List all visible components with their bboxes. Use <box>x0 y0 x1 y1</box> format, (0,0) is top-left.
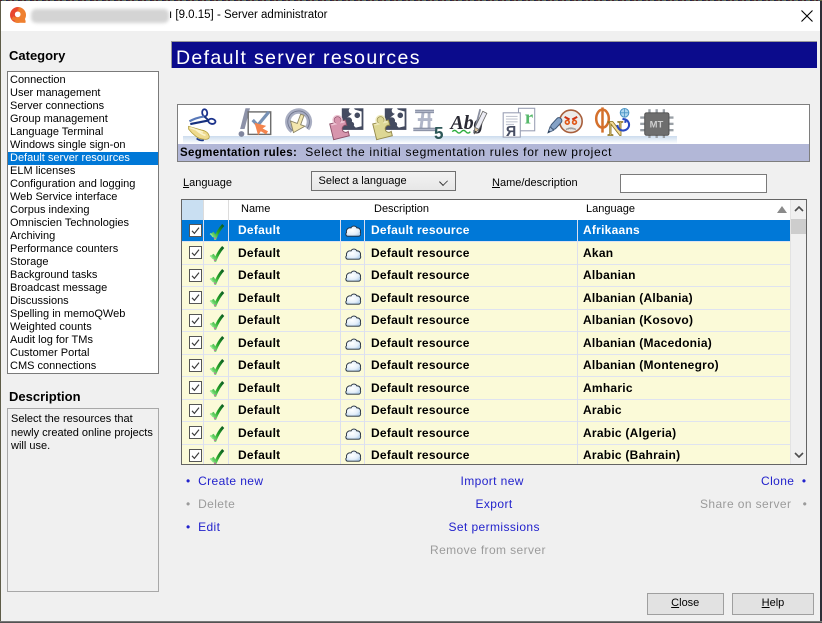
svg-text:MT: MT <box>649 120 663 131</box>
svg-text:5: 5 <box>434 124 444 143</box>
svg-text:N: N <box>608 116 624 140</box>
svg-text:r: r <box>525 108 533 129</box>
svg-text:Я: Я <box>506 124 516 140</box>
